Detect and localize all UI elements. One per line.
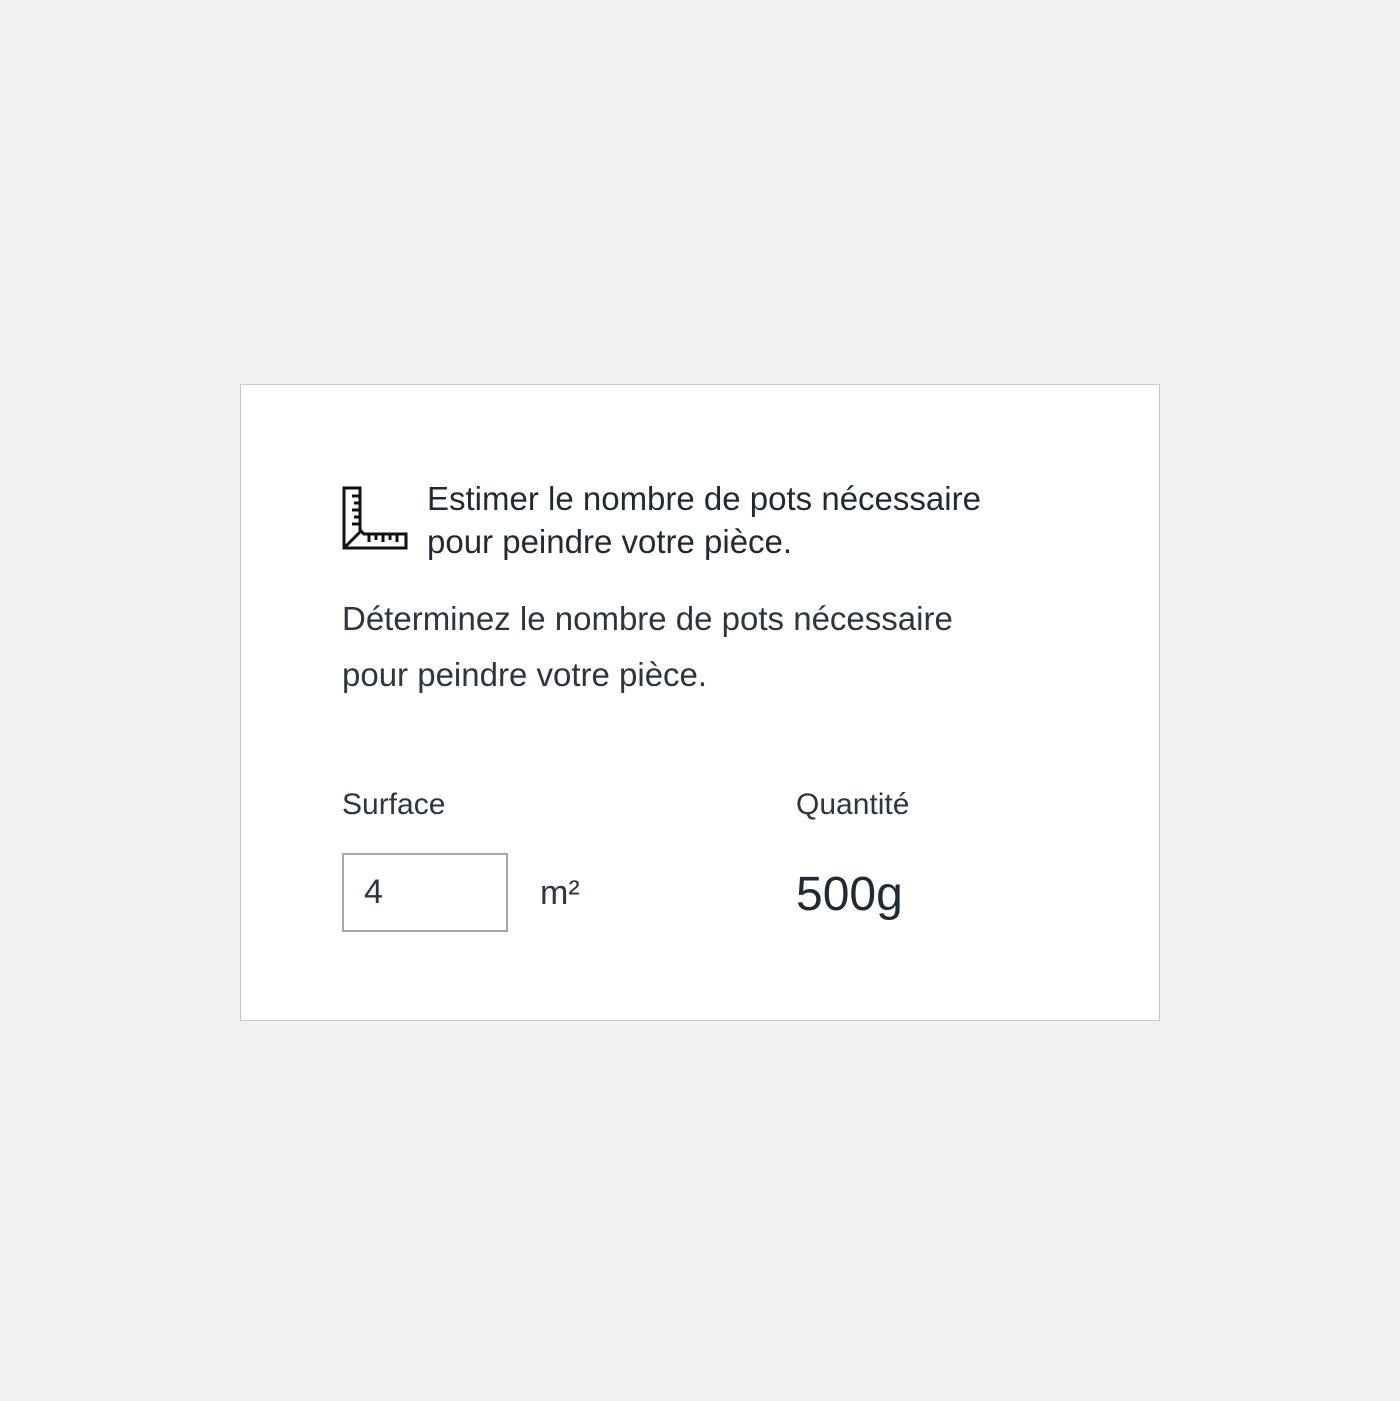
surface-label: Surface: [342, 788, 446, 821]
paint-estimator-card: Estimer le nombre de pots nécessaire pou…: [240, 384, 1160, 1021]
quantity-label: Quantité: [796, 788, 910, 821]
quantity-value: 500g: [796, 868, 903, 921]
card-title: Estimer le nombre de pots nécessaire pou…: [427, 480, 981, 560]
card-header: Estimer le nombre de pots nécessaire pou…: [342, 477, 1067, 563]
ruler-square-icon: [342, 486, 408, 550]
surface-unit: m²: [540, 874, 580, 912]
card-description: Déterminez le nombre de pots nécessaire …: [342, 600, 953, 693]
surface-input[interactable]: [342, 853, 508, 932]
